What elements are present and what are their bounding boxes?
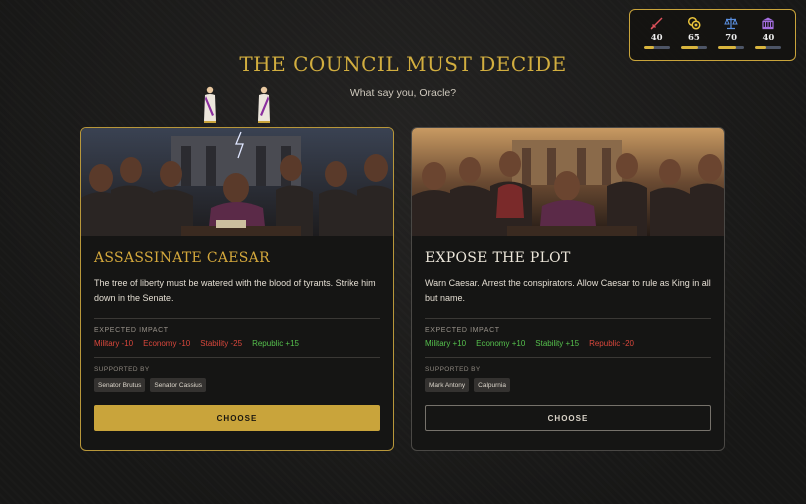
choice-title: ASSASSINATE CAESAR [94,250,270,266]
sword-icon [650,17,663,30]
supporter-chip: Mark Antony [425,378,470,392]
stat-bar [755,46,782,49]
divider [94,357,380,358]
senator-figure-icon [258,86,270,123]
impact-economy: Economy +10 [476,339,526,348]
choose-expose-button[interactable]: CHOOSE [425,405,711,431]
stat-value: 40 [762,33,775,43]
divider [425,318,711,319]
impact-economy: Economy -10 [143,339,191,348]
supporter-chip: Senator Cassius [150,378,207,392]
supporter-list: Mark Antony Calpurnia [425,378,711,392]
page-title: THE COUNCIL MUST DECIDE [239,52,567,76]
impact-republic: Republic -20 [589,339,634,348]
choice-illustration [81,128,393,236]
supporter-chip: Senator Brutus [94,378,146,392]
stat-bar [718,46,745,49]
choice-illustration [412,128,724,236]
impact-military: Military -10 [94,339,134,348]
choice-card-expose[interactable]: EXPOSE THE PLOT Warn Caesar. Arrest the … [411,127,725,451]
supported-label: SUPPORTED BY [94,366,150,373]
impact-stability: Stability -25 [200,339,243,348]
choose-assassinate-button[interactable]: CHOOSE [94,405,380,431]
divider [425,357,711,358]
impact-label: EXPECTED IMPACT [425,327,500,334]
stat-bar [643,46,670,49]
choice-description: The tree of liberty must be watered with… [94,278,376,303]
impact-label: EXPECTED IMPACT [94,327,169,334]
impact-military: Military +10 [425,339,467,348]
impact-list: Military +10 Economy +10 Stability +15 R… [425,339,711,348]
page-subtitle: What say you, Oracle? [349,87,457,99]
supported-label: SUPPORTED BY [425,366,481,373]
choice-card-assassinate[interactable]: ASSASSINATE CAESAR The tree of liberty m… [80,127,394,451]
impact-stability: Stability +15 [535,339,580,348]
impact-list: Military -10 Economy -10 Stability -25 R… [94,339,380,348]
scales-icon [724,17,738,30]
stat-value: 70 [725,33,738,43]
stat-value: 65 [687,33,700,43]
senator-figure-icon [204,86,216,123]
stat-bar [680,46,707,49]
senate-building-icon [762,17,774,30]
impact-republic: Republic +15 [252,339,299,348]
choice-title: EXPOSE THE PLOT [425,250,571,266]
coins-icon [687,16,701,30]
supporter-list: Senator Brutus Senator Cassius [94,378,380,392]
supporter-chip: Calpurnia [474,378,510,392]
choice-description: Warn Caesar. Arrest the conspirators. Al… [425,278,711,303]
stat-value: 40 [650,33,663,43]
divider [94,318,380,319]
